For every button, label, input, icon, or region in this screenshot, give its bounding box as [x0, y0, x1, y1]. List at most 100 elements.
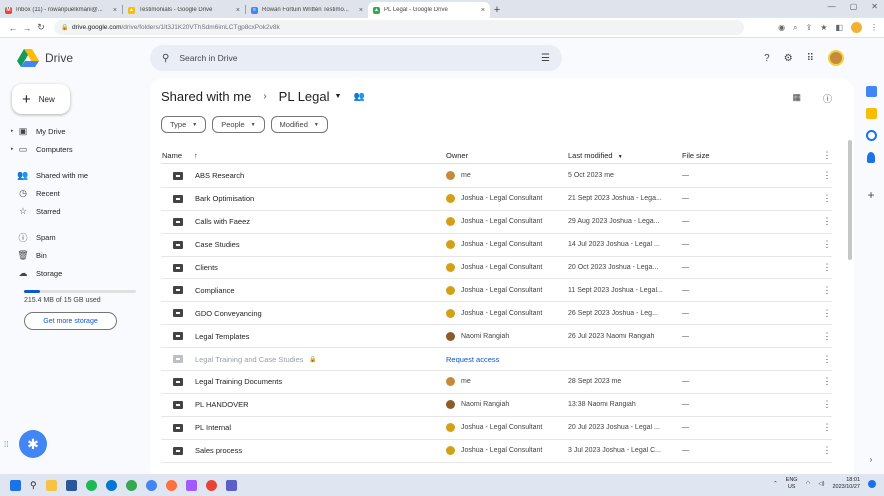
help-icon[interactable]: ?: [764, 53, 770, 64]
file-name[interactable]: ABS Research: [195, 171, 244, 180]
clock[interactable]: 18:01 2023/10/27: [832, 477, 860, 491]
firefox-icon[interactable]: [165, 479, 177, 491]
search-options-icon[interactable]: ☰: [541, 53, 550, 64]
search-icon[interactable]: ⚲: [162, 53, 169, 64]
file-name[interactable]: Clients: [195, 263, 218, 272]
tasks-icon[interactable]: [865, 130, 877, 141]
search-bar[interactable]: ⚲ Search in Drive ☰: [150, 45, 562, 71]
tab-close-icon[interactable]: ×: [236, 7, 240, 14]
table-row[interactable]: Calls with Faeez Joshua - Legal Consultan…: [161, 211, 832, 234]
grid-view-icon[interactable]: ▦: [792, 92, 801, 105]
sort-arrow-icon[interactable]: ↑: [194, 151, 198, 160]
filter-chip-type[interactable]: Type ▼: [161, 116, 207, 133]
col-modified[interactable]: Last modified ▼: [568, 151, 682, 160]
browser-tab[interactable]: M Inbox (11) - rowanpuelkmani@... ×: [0, 2, 122, 18]
request-access-link[interactable]: Request access: [446, 355, 499, 364]
more-actions-icon[interactable]: ⋮: [822, 422, 832, 433]
file-name[interactable]: GDO Conveyancing: [195, 309, 262, 318]
file-name[interactable]: Legal Training Documents: [195, 377, 282, 386]
filter-chip-people[interactable]: People ▼: [212, 116, 265, 133]
more-actions-icon[interactable]: ⋮: [822, 193, 832, 204]
figma-icon[interactable]: [185, 479, 197, 491]
more-actions-icon[interactable]: ⋮: [822, 308, 832, 319]
app-name[interactable]: Drive: [45, 51, 73, 65]
sidebar-item-spam[interactable]: ⓘ Spam: [0, 228, 150, 246]
restore-icon[interactable]: ▢: [850, 2, 858, 11]
file-name[interactable]: Sales process: [195, 446, 242, 455]
add-addon-icon[interactable]: +: [867, 188, 874, 202]
bookmark-star-icon[interactable]: ★: [820, 23, 827, 32]
col-name[interactable]: Name ↑: [161, 151, 446, 160]
more-actions-icon[interactable]: ⋮: [822, 399, 832, 410]
more-actions-icon[interactable]: ⋮: [822, 170, 832, 181]
file-explorer-icon[interactable]: [45, 479, 57, 491]
notification-icon[interactable]: [868, 480, 876, 488]
edge-icon[interactable]: [105, 479, 117, 491]
file-name[interactable]: Calls with Faeez: [195, 217, 250, 226]
url-field[interactable]: 🔒 drive.google.com/drive/folders/1lt3J1K…: [54, 20, 744, 35]
close-window-icon[interactable]: ✕: [871, 2, 878, 11]
get-more-storage-button[interactable]: Get more storage: [24, 312, 117, 330]
teams-icon[interactable]: [225, 479, 237, 491]
more-actions-icon[interactable]: ⋮: [822, 331, 832, 342]
tray-chevron-icon[interactable]: ⌃: [773, 481, 778, 487]
dropdown-arrow-icon[interactable]: ▼: [335, 93, 342, 100]
more-actions-icon[interactable]: ⋮: [822, 445, 832, 456]
back-icon[interactable]: ←: [6, 23, 20, 33]
more-actions-icon[interactable]: ⋮: [822, 216, 832, 227]
profile-icon[interactable]: [851, 22, 862, 33]
table-row[interactable]: Case Studies Joshua - Legal Consultant 14 …: [161, 234, 832, 257]
more-actions-icon[interactable]: ⋮: [822, 376, 832, 387]
file-name[interactable]: Case Studies: [195, 240, 240, 249]
column-menu-icon[interactable]: ⋮: [822, 150, 832, 161]
contacts-icon[interactable]: [867, 152, 875, 163]
new-button[interactable]: + New: [12, 84, 70, 114]
file-name[interactable]: Bark Optimisation: [195, 194, 254, 203]
settings-gear-icon[interactable]: ⚙: [784, 53, 793, 64]
spotify-icon[interactable]: [85, 479, 97, 491]
more-actions-icon[interactable]: ⋮: [822, 354, 832, 365]
taskbar-app-icon[interactable]: [65, 479, 77, 491]
taskbar-search-icon[interactable]: ⚲: [30, 480, 37, 491]
scrollbar[interactable]: [848, 140, 852, 260]
more-actions-icon[interactable]: ⋮: [822, 262, 832, 273]
sidebar-item-recent[interactable]: ◷ Recent: [0, 184, 150, 202]
sidebar-item-storage[interactable]: ☁ Storage: [0, 264, 150, 282]
file-name[interactable]: PL Internal: [195, 423, 231, 432]
file-name[interactable]: Legal Templates: [195, 332, 249, 341]
new-tab-icon[interactable]: +: [490, 2, 504, 18]
tab-close-icon[interactable]: ×: [113, 7, 117, 14]
filter-chip-modified[interactable]: Modified ▼: [270, 116, 328, 133]
table-row[interactable]: GDO Conveyancing Joshua - Legal Consultan…: [161, 302, 832, 326]
browser-tab[interactable]: ▲ PL Legal - Google Drive ×: [368, 2, 490, 18]
browser-tab[interactable]: ▲ Testimonials - Google Drive ×: [123, 2, 245, 18]
table-row[interactable]: Legal Templates Naomi Rangiah 26 Jul 2023 …: [161, 325, 832, 349]
chrome-alt-icon[interactable]: [205, 479, 217, 491]
table-row[interactable]: Clients Joshua - Legal Consultant 20 Oct 2…: [161, 257, 832, 280]
more-actions-icon[interactable]: ⋮: [822, 239, 832, 250]
file-name[interactable]: Legal Training and Case Studies: [195, 355, 303, 364]
sidebar-item-starred[interactable]: ☆ Starred: [0, 202, 150, 220]
google-lens-icon[interactable]: ◉: [778, 23, 785, 32]
breadcrumb-root[interactable]: Shared with me: [161, 89, 251, 104]
file-name[interactable]: PL HANDOVER: [195, 400, 249, 409]
account-avatar[interactable]: [828, 50, 844, 66]
expand-panel-icon[interactable]: ›: [870, 455, 873, 464]
sidebar-item-shared-with-me[interactable]: 👥 Shared with me: [0, 166, 150, 184]
table-row[interactable]: Legal Training and Case Studies 🔒 Request …: [161, 348, 832, 372]
keep-icon[interactable]: [865, 108, 877, 119]
info-icon[interactable]: ⓘ: [823, 92, 832, 105]
table-row[interactable]: Bark Optimisation Joshua - Legal Consulta…: [161, 188, 832, 211]
gemini-fab-icon[interactable]: ✱: [19, 430, 47, 458]
zoom-icon[interactable]: ⌕: [793, 23, 797, 33]
apps-grid-icon[interactable]: ⠿: [807, 53, 814, 64]
search-input[interactable]: Search in Drive: [179, 53, 541, 63]
table-row[interactable]: PL Internal Joshua - Legal Consultant 20 J…: [161, 417, 832, 440]
table-row[interactable]: Compliance Joshua - Legal Consultant 11 Se…: [161, 279, 832, 303]
extensions-icon[interactable]: ◧: [835, 23, 843, 32]
tab-close-icon[interactable]: ×: [359, 7, 363, 14]
reload-icon[interactable]: ↻: [34, 22, 48, 33]
browser-menu-icon[interactable]: ⋮: [870, 23, 878, 32]
windows-start-icon[interactable]: [10, 479, 21, 491]
wifi-icon[interactable]: ◠: [806, 481, 811, 487]
